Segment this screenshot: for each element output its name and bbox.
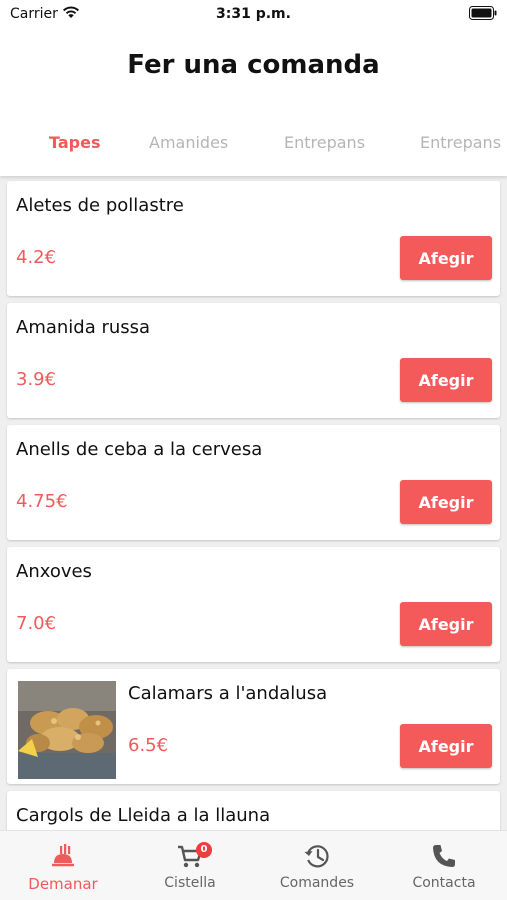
item-price: 3.9€ [16, 369, 57, 390]
item-name: Amanida russa [16, 317, 151, 338]
tabbar-item-cistella[interactable]: 0 Cistella [127, 831, 253, 900]
item-price: 4.2€ [16, 247, 57, 268]
item-price: 7.0€ [16, 613, 57, 634]
tabbar-label: Cistella [164, 875, 216, 891]
list-item: Anxoves 7.0€ Afegir [7, 547, 500, 662]
tabbar-item-comandes[interactable]: Comandes [254, 831, 380, 900]
tabbar-item-contacta[interactable]: Contacta [381, 831, 507, 900]
fried-calamari-photo [18, 681, 116, 779]
item-name: Calamars a l'andalusa [128, 683, 328, 704]
history-icon [304, 845, 329, 868]
header: Fer una comanda [0, 28, 507, 120]
tab-amanides[interactable]: Amanides [149, 133, 228, 152]
category-tabs: Tapes Amanides Entrepans Entrepans [0, 120, 507, 176]
add-button[interactable]: Afegir [400, 358, 492, 402]
item-price: 6.5€ [128, 735, 169, 756]
tabbar-item-demanar[interactable]: Demanar [0, 831, 126, 900]
tab-entrepans-2[interactable]: Entrepans [420, 133, 501, 152]
battery-icon [469, 6, 497, 20]
tabbar-label: Comandes [279, 875, 355, 891]
list-item: Anells de ceba a la cervesa 4.75€ Afegir [7, 425, 500, 540]
status-time: 3:31 p.m. [216, 6, 291, 22]
phone-icon [433, 845, 455, 867]
item-name: Anells de ceba a la cervesa [16, 439, 263, 460]
tab-entrepans[interactable]: Entrepans [284, 133, 365, 152]
list-item: Amanida russa 3.9€ Afegir [7, 303, 500, 418]
item-name: Anxoves [16, 561, 92, 582]
add-button[interactable]: Afegir [400, 724, 492, 768]
food-order-icon [52, 844, 74, 867]
status-bar: Carrier 3:31 p.m. [0, 0, 507, 28]
page-title: Fer una comanda [127, 50, 380, 80]
add-button[interactable]: Afegir [400, 480, 492, 524]
tabbar-label: Demanar [28, 875, 98, 893]
item-name: Cargols de Lleida a la llauna [16, 805, 271, 826]
bottom-tab-bar: Demanar 0 Cistella Comandes Contacta [0, 830, 507, 900]
tab-tapes[interactable]: Tapes [49, 133, 100, 152]
product-list[interactable]: Aletes de pollastre 4.2€ Afegir Amanida … [0, 178, 507, 830]
tabbar-label: Contacta [412, 875, 476, 891]
add-button[interactable]: Afegir [400, 236, 492, 280]
item-price: 4.75€ [16, 491, 68, 512]
cart-count-badge: 0 [196, 842, 212, 858]
list-item: Calamars a l'andalusa 6.5€ Afegir [7, 669, 500, 784]
list-item: Aletes de pollastre 4.2€ Afegir [7, 181, 500, 296]
item-name: Aletes de pollastre [16, 195, 184, 216]
add-button[interactable]: Afegir [400, 602, 492, 646]
list-item: Cargols de Lleida a la llauna [7, 791, 500, 830]
